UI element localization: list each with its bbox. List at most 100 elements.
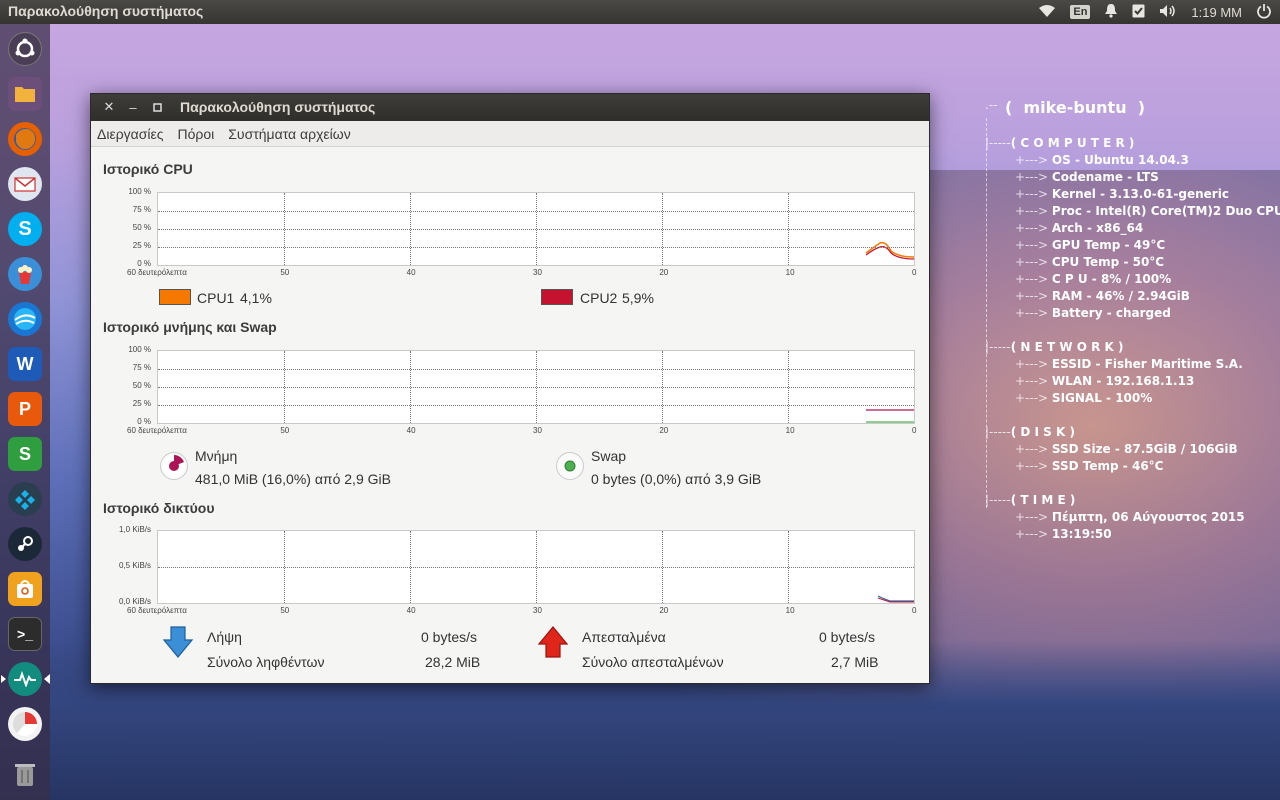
- running-indicator-icon: [1, 675, 6, 683]
- y-axis-tick: 1,0 KiB/s: [118, 525, 151, 534]
- checklist-icon[interactable]: [1132, 3, 1145, 21]
- receive-total-label: Σύνολο ληφθέντων: [207, 654, 325, 670]
- conky-item: +---> Codename - LTS: [1015, 170, 1159, 184]
- wifi-icon[interactable]: [1038, 4, 1056, 21]
- maximize-icon[interactable]: [149, 99, 165, 115]
- x-axis-tick: 0: [912, 268, 917, 277]
- conky-host: ( mike-buntu ): [1005, 98, 1146, 117]
- menu-resources[interactable]: Πόροι: [178, 126, 215, 142]
- x-axis-tick: 10: [785, 268, 795, 277]
- conky-overlay: .-- ( mike-buntu ) |-----( C O M P U T E…: [985, 96, 1280, 546]
- conky-item: +---> SSD Temp - 46°C: [1015, 459, 1164, 473]
- cpu1-label: CPU1: [197, 290, 235, 306]
- grid-line: [662, 351, 663, 423]
- trash-icon[interactable]: [8, 757, 42, 791]
- cpu2-color-swatch[interactable]: [541, 289, 573, 305]
- conky-item: +---> C P U - 8% / 100%: [1015, 272, 1172, 286]
- conky-section-title: |-----( D I S K ): [985, 425, 1075, 439]
- receive-label: Λήψη: [207, 629, 242, 645]
- y-axis-tick: 25 %: [132, 399, 151, 408]
- conky-section-title: |-----( C O M P U T E R ): [985, 136, 1135, 150]
- skype-icon[interactable]: S: [8, 212, 42, 246]
- x-axis-tick: 40: [406, 606, 416, 615]
- conky-section-title: |-----( T I M E ): [985, 493, 1076, 507]
- x-axis-tick: 30: [533, 606, 542, 615]
- memory-value: 481,0 MiB (16,0%) από 2,9 GiB: [195, 471, 391, 487]
- receive-rate: 0 bytes/s: [421, 629, 478, 645]
- sent-label: Απεσταλμένα: [582, 629, 666, 645]
- conky-item: +---> RAM - 46% / 2.94GiB: [1015, 289, 1190, 303]
- disk-usage-icon[interactable]: [8, 707, 42, 741]
- x-axis-tick: 50: [280, 606, 290, 615]
- presentation-icon[interactable]: P: [8, 392, 42, 426]
- menu-processes[interactable]: Διεργασίες: [97, 126, 164, 142]
- upload-arrow-icon: [537, 626, 569, 663]
- firefox-icon[interactable]: [8, 122, 42, 156]
- language-indicator[interactable]: En: [1070, 5, 1091, 19]
- swap-pie-icon[interactable]: [556, 452, 584, 480]
- grid-line: [410, 351, 411, 423]
- clock[interactable]: 1:19 MM: [1191, 5, 1242, 20]
- x-axis-tick: 10: [785, 606, 795, 615]
- grid-line: [536, 351, 537, 423]
- y-axis-tick: 75 %: [132, 363, 151, 372]
- conky-item: +---> Proc - Intel(R) Core(TM)2 Duo CPU: [1015, 204, 1280, 218]
- x-axis-tick: 60 δευτερόλεπτα: [127, 426, 187, 435]
- grid-line: [788, 351, 789, 423]
- volume-icon[interactable]: [1159, 4, 1177, 21]
- grid-line: [788, 193, 789, 265]
- minimize-icon[interactable]: –: [125, 99, 141, 115]
- conky-item: +---> SIGNAL - 100%: [1015, 391, 1153, 405]
- grid-line: [536, 531, 537, 603]
- y-axis-tick: 100 %: [128, 345, 151, 354]
- kodi-icon[interactable]: [8, 482, 42, 516]
- grid-line: [284, 351, 285, 423]
- conky-item: +---> ESSID - Fisher Maritime S.A.: [1015, 357, 1243, 371]
- window-title: Παρακολούθηση συστήματος: [180, 99, 376, 115]
- conky-item: +---> CPU Temp - 50°C: [1015, 255, 1165, 269]
- x-axis-tick: 20: [659, 268, 669, 277]
- swap-label: Swap: [591, 448, 627, 464]
- cpu2-value: 5,9%: [622, 290, 654, 306]
- bell-icon[interactable]: [1104, 3, 1118, 21]
- y-axis-tick: 75 %: [132, 205, 151, 214]
- x-axis-tick: 0: [912, 426, 917, 435]
- cpu-graph: [157, 192, 915, 266]
- terminal-icon[interactable]: >_: [8, 617, 42, 651]
- power-icon[interactable]: [1256, 3, 1272, 22]
- x-axis-tick: 0: [912, 606, 917, 615]
- sent-rate: 0 bytes/s: [819, 629, 876, 645]
- menubar: Διεργασίες Πόροι Συστήματα αρχείων: [91, 121, 929, 147]
- software-center-icon[interactable]: [8, 572, 42, 606]
- spreadsheet-icon[interactable]: S: [8, 437, 42, 471]
- system-monitor-icon[interactable]: [8, 662, 42, 696]
- dash-icon[interactable]: [8, 32, 42, 66]
- grid-line: [284, 193, 285, 265]
- sent-total: 2,7 MiB: [831, 654, 879, 670]
- files-icon[interactable]: [8, 77, 42, 111]
- cpu1-color-swatch[interactable]: [159, 289, 191, 305]
- popcorn-icon[interactable]: [8, 257, 42, 291]
- steam-icon[interactable]: [8, 527, 42, 561]
- y-axis-tick: 100 %: [128, 187, 151, 196]
- conky-item: +---> Kernel - 3.13.0-61-generic: [1015, 187, 1229, 201]
- conky-host-name: mike-buntu: [1023, 98, 1127, 117]
- writer-icon[interactable]: W: [8, 347, 42, 381]
- conky-item: +---> OS - Ubuntu 14.04.3: [1015, 153, 1189, 167]
- cpu-history-heading: Ιστορικό CPU: [103, 161, 193, 177]
- earth-icon[interactable]: [8, 302, 42, 336]
- network-graph: [157, 530, 915, 604]
- conky-item: +---> 13:19:50: [1015, 527, 1112, 541]
- conky-item: +---> Battery - charged: [1015, 306, 1171, 320]
- mail-icon[interactable]: [8, 167, 42, 201]
- memory-pie-icon[interactable]: [160, 452, 188, 480]
- memory-history-heading: Ιστορικό μνήμης και Swap: [103, 319, 277, 335]
- close-icon[interactable]: ✕: [101, 99, 117, 115]
- memory-graph: [157, 350, 915, 424]
- menu-filesystems[interactable]: Συστήματα αρχείων: [228, 126, 350, 142]
- window-titlebar[interactable]: ✕ – Παρακολούθηση συστήματος: [91, 94, 929, 121]
- grid-line: [410, 531, 411, 603]
- top-panel: Παρακολούθηση συστήματος En 1:19 MM: [0, 0, 1280, 24]
- y-axis-tick: 50 %: [132, 223, 151, 232]
- x-axis-tick: 60 δευτερόλεπτα: [127, 606, 187, 615]
